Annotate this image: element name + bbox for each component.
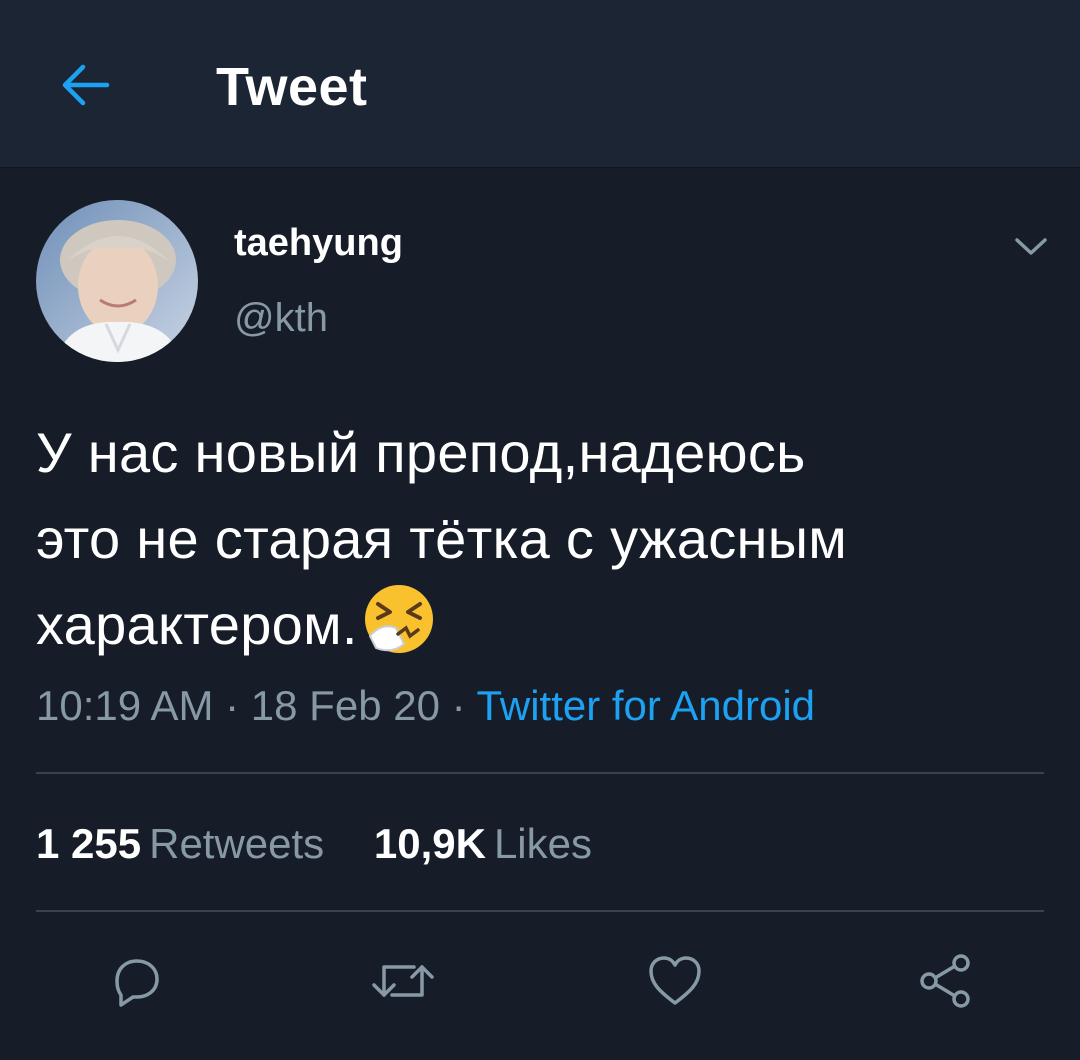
arrow-left-icon [62, 64, 110, 106]
share-button[interactable] [910, 946, 980, 1016]
top-bar: Tweet [0, 0, 1080, 168]
retweet-button[interactable] [368, 946, 438, 1016]
meta-separator: · [213, 682, 251, 729]
tweet-stats: 1 255 Retweets 10,9K Likes [36, 820, 630, 868]
like-button[interactable] [640, 946, 710, 1016]
back-button[interactable] [50, 50, 120, 120]
likes-stat[interactable]: 10,9K Likes [374, 820, 592, 868]
author-handle[interactable]: @kth [234, 296, 328, 341]
sneezing-face-emoji [362, 582, 436, 656]
retweet-icon [372, 965, 434, 997]
tweet-options-button[interactable] [1008, 224, 1054, 270]
divider [36, 772, 1044, 774]
like-icon [649, 956, 701, 1005]
reply-button[interactable] [100, 946, 170, 1016]
avatar[interactable] [36, 200, 198, 362]
likes-count: 10,9K [373, 820, 486, 867]
chevron-down-icon [1015, 238, 1047, 255]
retweets-label: Retweets [149, 820, 325, 867]
page-title: Tweet [216, 57, 368, 117]
likes-label: Likes [493, 820, 592, 867]
reply-icon [115, 959, 159, 1007]
tweet-time: 10:19 AM [36, 682, 214, 729]
tweet-meta: 10:19 AM · 18 Feb 20 · Twitter for Andro… [36, 682, 815, 730]
share-icon [920, 954, 970, 1008]
tweet-text: У нас новый препод,надеюсь это не старая… [36, 410, 1046, 668]
tweet-date: 18 Feb 20 [250, 682, 440, 729]
retweets-stat[interactable]: 1 255 Retweets [36, 820, 324, 868]
tweet-text-line: характером. [36, 582, 1046, 668]
tweet-text-line: это не старая тётка с ужасным [36, 507, 848, 570]
tweet-source-link[interactable]: Twitter for Android [477, 682, 815, 729]
divider [36, 910, 1044, 912]
author-display-name[interactable]: taehyung [234, 222, 403, 265]
retweets-count: 1 255 [36, 820, 142, 867]
tweet-text-line: У нас новый препод,надеюсь [36, 421, 806, 484]
meta-separator: · [439, 682, 477, 729]
